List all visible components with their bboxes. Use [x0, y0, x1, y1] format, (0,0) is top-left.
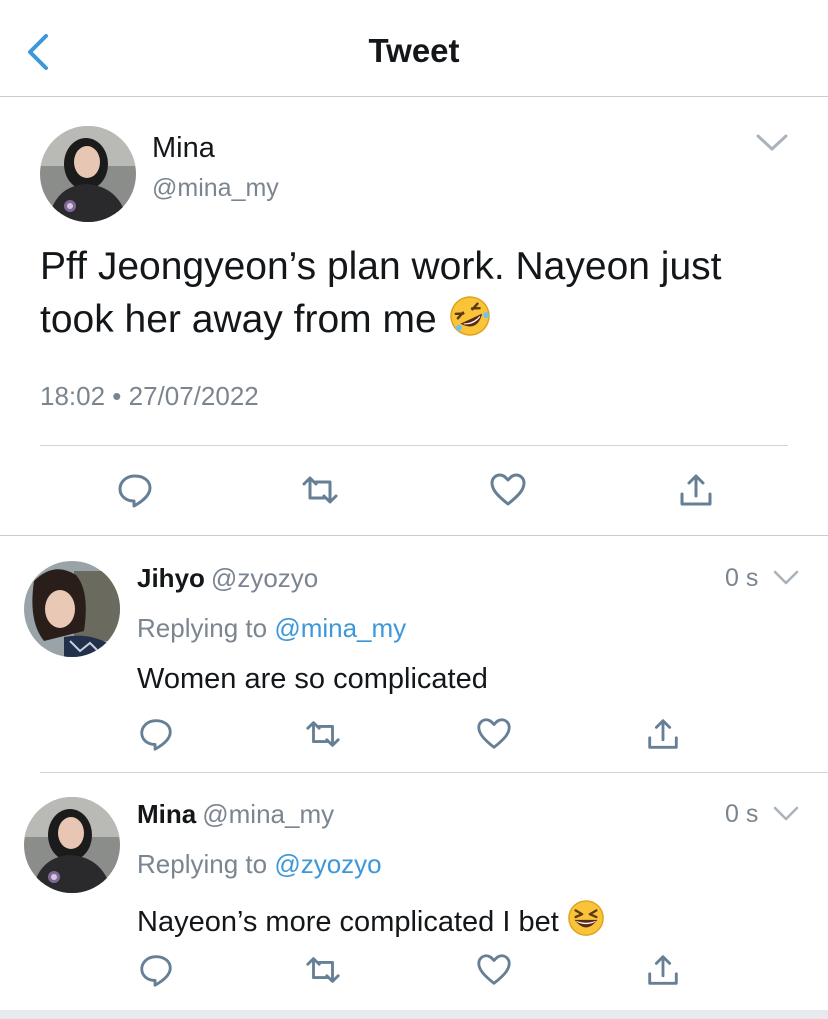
reply-tweet[interactable]: Jihyo @zyozyo 0 s Replying to @mina_my Wo…	[0, 537, 828, 773]
page-title: Tweet	[368, 32, 460, 69]
share-icon	[680, 474, 712, 506]
author-name[interactable]: Mina	[152, 132, 215, 165]
avatar[interactable]	[40, 126, 136, 222]
reply-header: Mina @mina_my	[137, 799, 334, 830]
author-name[interactable]: Jihyo	[137, 563, 205, 593]
reply-icon	[118, 474, 152, 508]
share-button[interactable]	[644, 951, 684, 991]
heart-icon	[477, 954, 511, 985]
reply-tweet[interactable]: Mina @mina_my 0 s Replying to @zyozyo Nay…	[0, 773, 828, 1010]
mention-link[interactable]: @zyozyo	[274, 849, 381, 879]
share-icon	[648, 955, 678, 985]
tweet-options-button[interactable]	[772, 569, 800, 587]
retweet-icon	[302, 476, 338, 504]
reply-actions	[0, 951, 828, 991]
heart-icon	[477, 718, 511, 749]
chevron-down-icon	[773, 806, 799, 821]
tweet-text-content: Pff Jeongyeon’s plan work. Nayeon just t…	[40, 245, 722, 341]
heart-icon	[490, 473, 526, 506]
mention-link[interactable]: @mina_my	[274, 613, 406, 643]
avatar-image	[24, 797, 120, 893]
main-tweet: Mina @mina_my Pff Jeongyeon’s plan work.…	[0, 98, 828, 536]
author-handle[interactable]: @zyozyo	[211, 563, 318, 593]
reply-text: Women are so complicated	[137, 663, 488, 695]
replying-to: Replying to @zyozyo	[137, 849, 382, 880]
avatar[interactable]	[24, 797, 120, 893]
navigation-bar: Tweet	[0, 0, 828, 97]
retweet-icon	[306, 957, 340, 983]
replying-to: Replying to @mina_my	[137, 613, 406, 644]
like-button[interactable]	[475, 715, 515, 755]
reply-icon	[140, 955, 172, 987]
reply-actions	[0, 715, 828, 755]
reply-header: Jihyo @zyozyo	[137, 563, 318, 594]
reply-button[interactable]	[137, 951, 177, 991]
tweet-timestamp: 18:02 • 27/07/2022	[40, 381, 259, 411]
tweet-options-button[interactable]	[752, 130, 792, 156]
reply-text-content: Nayeon’s more complicated I bet	[137, 906, 559, 938]
retweet-button[interactable]	[304, 951, 344, 991]
tweet-text: Pff Jeongyeon’s plan work. Nayeon just t…	[40, 240, 800, 352]
share-button[interactable]	[644, 715, 684, 755]
reply-time: 0 s	[725, 800, 759, 828]
replying-to-label: Replying to	[137, 849, 275, 879]
divider	[40, 445, 788, 446]
like-button[interactable]	[475, 951, 515, 991]
replying-to-label: Replying to	[137, 613, 275, 643]
retweet-icon	[306, 721, 340, 747]
author-name[interactable]: Mina	[137, 799, 196, 829]
rolling-on-floor-laughing-emoji	[448, 294, 492, 352]
reply-icon	[140, 719, 172, 751]
retweet-button[interactable]	[304, 715, 344, 755]
bottom-divider	[0, 1010, 828, 1019]
avatar-image	[40, 126, 136, 222]
like-button[interactable]	[488, 470, 528, 510]
reply-text: Nayeon’s more complicated I bet	[137, 899, 605, 945]
tweet-actions	[0, 470, 828, 514]
reply-button[interactable]	[115, 470, 155, 510]
retweet-button[interactable]	[300, 470, 340, 510]
share-button[interactable]	[676, 470, 716, 510]
author-handle[interactable]: @mina_my	[202, 799, 334, 829]
avatar-image	[24, 561, 120, 657]
reply-time: 0 s	[725, 564, 759, 592]
avatar[interactable]	[24, 561, 120, 657]
chevron-down-icon	[773, 570, 799, 585]
author-handle[interactable]: @mina_my	[152, 174, 279, 203]
tweet-options-button[interactable]	[772, 805, 800, 823]
share-icon	[648, 719, 678, 749]
chevron-down-icon	[756, 134, 788, 151]
grinning-squinting-face-emoji	[567, 899, 605, 945]
reply-button[interactable]	[137, 715, 177, 755]
